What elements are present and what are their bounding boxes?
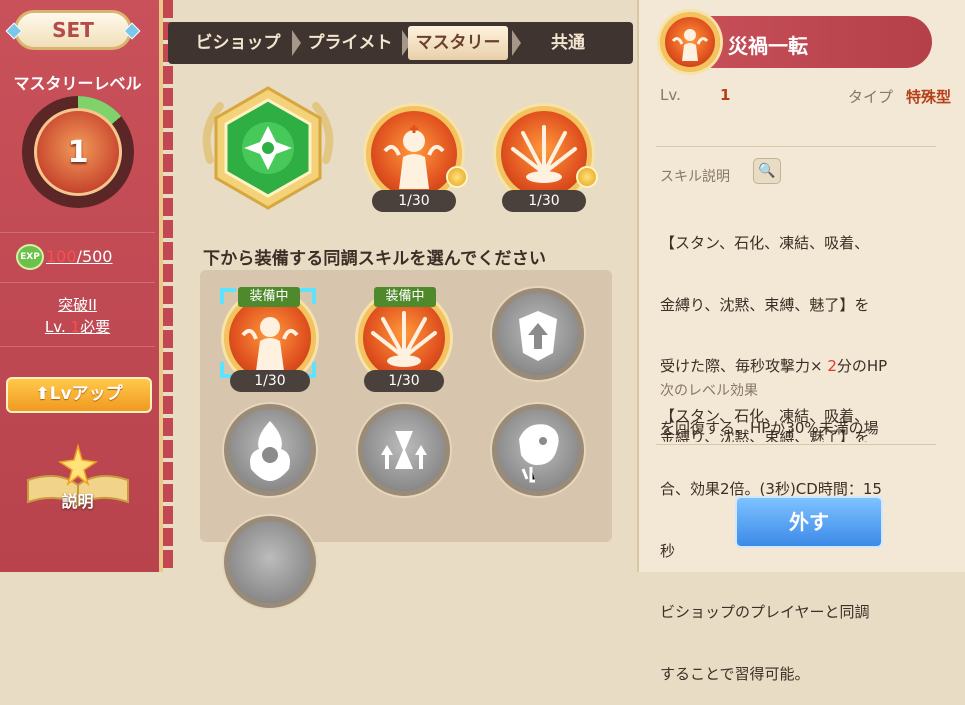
divider [0,346,155,347]
skill-description: 【スタン、石化、凍結、吸着、 金縛り、沈黙、束縛、魅了】を 受けた際、毎秒攻撃力… [660,192,930,705]
disaster-figure-icon [383,125,445,189]
type-label: タイプ [848,88,894,106]
disaster-skill-icon[interactable] [366,106,462,202]
next-level-label: 次のレベル効果 [660,383,758,399]
desc-text: 受けた際、毎秒攻撃力× [660,357,828,375]
hourglass-icon [381,431,427,469]
giant-shadow-icon[interactable] [492,404,584,496]
skill-count: 1/30 [372,190,456,212]
exp-max: /500 [76,247,113,266]
swirl-badge-icon [576,166,598,188]
magnifier-icon[interactable]: 🔍 [753,158,781,184]
exp-current: 100 [46,247,77,266]
desc-text: 分のHP [836,357,888,375]
skill-count: 1/30 [502,190,586,212]
skill-count: 1/30 [364,370,444,392]
description-label: スキル説明 [660,169,730,185]
lv-label: Lv. [660,86,681,104]
equipped-tag: 装備中 [374,287,436,307]
selection-corner [300,288,316,304]
desc-line: 【スタン、石化、凍結、吸着、 [660,234,870,252]
skill-title: 災禍一転 [728,34,808,58]
explain-label[interactable]: 説明 [0,488,155,512]
hourglass-up-icon[interactable] [358,404,450,496]
burst-rays-icon [371,311,437,367]
tab-bar: ビショップ プライメト マスタリー 共通 [168,22,633,64]
tab-common[interactable]: 共通 [518,26,618,60]
desc-line: することで習得可能。 [660,664,810,683]
shield-arrow-icon [519,311,557,361]
lv-value: 1 [720,86,731,104]
instruction-text: 下から装備する同調スキルを選んでください [203,249,547,269]
selection-corner [220,288,236,304]
next-line: 【スタン、石化、凍結、吸着、 [660,407,870,425]
skill-title-icon [660,12,720,72]
set-label: SET [52,18,94,42]
mastery-level-ring: 1 [22,96,134,208]
disaster-figure-icon [671,29,709,61]
arrow-up-icon: ⬆ [35,384,50,404]
remove-button[interactable]: 外す [735,496,883,548]
equipped-tag: 装備中 [238,287,300,307]
level-requirement: Lv. 1必要 [0,316,155,337]
mastery-level-value: 1 [67,135,89,170]
breakthrough-requirement: 突破II [58,296,97,314]
divider [656,444,936,445]
set-button[interactable]: SET [14,10,132,50]
type-value: 特殊型 [906,88,952,106]
next-line: 金縛り、沈黙、束縛、魅了】を [660,427,870,443]
skill-count: 1/30 [230,370,310,392]
partial-skill-icon[interactable] [224,516,316,608]
level-up-button[interactable]: ⬆Lvアップ [6,377,152,413]
disaster-figure-icon [241,317,299,371]
sidebar: SET マスタリーレベル 1 EXP 100/500 突破II Lv. 1必要 … [0,0,173,572]
desc-line: 受けた際、毎秒攻撃力× 2分のHP [660,356,930,377]
swirl-badge-icon [446,166,468,188]
level-up-label: Lvアップ [49,384,123,404]
req-level: 1 [70,318,81,336]
exp-value: 100/500 [46,247,112,266]
next-level-effect: 【スタン、石化、凍結、吸着、 金縛り、沈黙、束縛、魅了】を [660,406,930,442]
shield-up-icon[interactable] [492,288,584,380]
desc-line: ビショップのプレイヤーと同調 [660,603,870,621]
burst-skill-icon[interactable] [496,106,592,202]
divider [0,282,155,283]
req-prefix: Lv. [44,318,66,336]
mastery-crest-icon[interactable] [198,80,338,220]
mastery-level-emblem: 1 [34,108,122,196]
exp-icon: EXP [16,244,44,270]
req-suffix: 必要 [80,318,111,336]
desc-line: 金縛り、沈黙、束縛、魅了】を [660,295,870,314]
desc-highlight: 2 [827,357,837,375]
flame-figure-icon[interactable] [224,404,316,496]
tab-primate[interactable]: プライメト [298,26,402,60]
giant-icon [519,424,559,483]
mastery-level-label: マスタリーレベル [13,74,142,93]
tab-mastery[interactable]: マスタリー [408,26,508,60]
divider [0,232,155,233]
burst-rays-icon [511,125,577,183]
tab-bishop[interactable]: ビショップ [184,26,292,60]
exp-row: EXP 100/500 [16,244,146,274]
divider [656,146,936,147]
flame-icon [250,421,290,481]
